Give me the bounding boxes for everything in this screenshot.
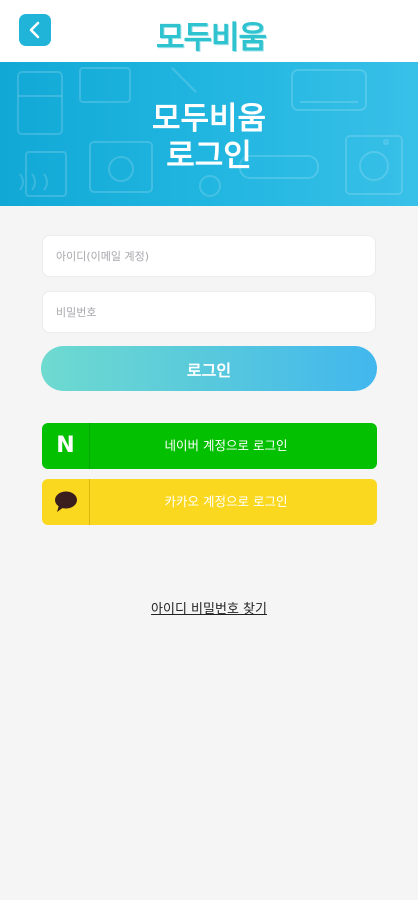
naver-login-label: 네이버 계정으로 로그인: [164, 438, 288, 453]
chevron-left-icon: [29, 21, 40, 39]
logo-text: 모두비움: [155, 20, 267, 56]
banner-title-line-1: 모두비움: [151, 101, 267, 137]
email-field[interactable]: [42, 235, 376, 277]
password-field[interactable]: [42, 291, 376, 333]
find-id-password-link[interactable]: 아이디 비밀번호 찾기: [0, 598, 418, 617]
app-logo: 모두비움: [146, 10, 276, 56]
top-bar: 모두비움: [0, 0, 418, 62]
login-button[interactable]: 로그인: [41, 346, 377, 391]
hero-banner: 모두비움 로그인: [0, 62, 418, 206]
back-button[interactable]: [19, 14, 51, 46]
kakao-login-label: 카카오 계정으로 로그인: [164, 494, 288, 509]
speech-bubble-icon: [42, 479, 89, 525]
naver-login-button[interactable]: N 네이버 계정으로 로그인: [42, 423, 377, 469]
kakao-login-button[interactable]: 카카오 계정으로 로그인: [42, 479, 377, 525]
naver-n-icon: N: [56, 433, 75, 458]
banner-title-line-2: 로그인: [166, 138, 252, 174]
